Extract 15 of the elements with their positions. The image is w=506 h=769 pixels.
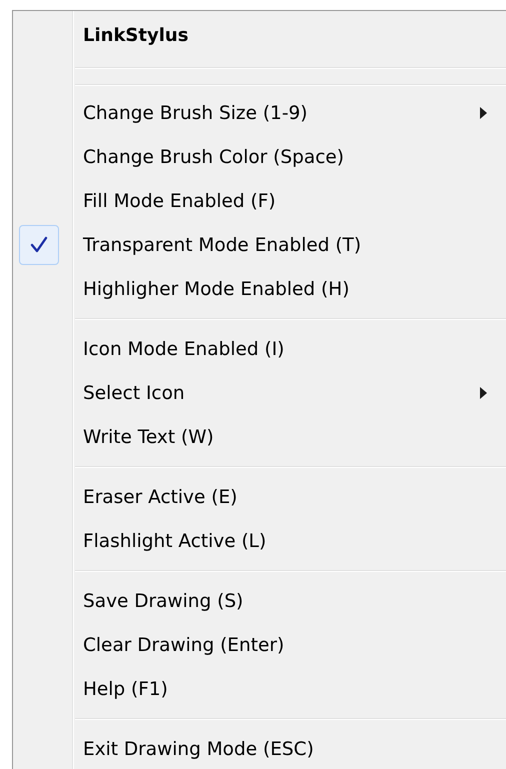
menu-title: LinkStylus bbox=[82, 24, 190, 48]
menu-item[interactable]: Change Brush Color (Space) bbox=[13, 135, 506, 179]
menu-item[interactable]: Help (F1) bbox=[13, 667, 506, 711]
menu-item[interactable]: Change Brush Size (1-9) bbox=[13, 91, 506, 135]
menu-item[interactable]: Exit Drawing Mode (ESC) bbox=[13, 727, 506, 769]
menu-item[interactable]: Select Icon bbox=[13, 371, 506, 415]
menu-item[interactable]: Icon Mode Enabled (I) bbox=[13, 327, 506, 371]
menu-item[interactable]: Write Text (W) bbox=[13, 415, 506, 459]
menu-item[interactable]: Flashlight Active (L) bbox=[13, 519, 506, 563]
menu-item[interactable]: Eraser Active (E) bbox=[13, 475, 506, 519]
menu-item[interactable]: Highligher Mode Enabled (H) bbox=[13, 267, 506, 311]
menu-item[interactable]: Clear Drawing (Enter) bbox=[13, 623, 506, 667]
menu-item[interactable]: Save Drawing (S) bbox=[13, 579, 506, 623]
menu-item[interactable]: Transparent Mode Enabled (T) bbox=[13, 223, 506, 267]
menu-item[interactable]: Fill Mode Enabled (F) bbox=[13, 179, 506, 223]
